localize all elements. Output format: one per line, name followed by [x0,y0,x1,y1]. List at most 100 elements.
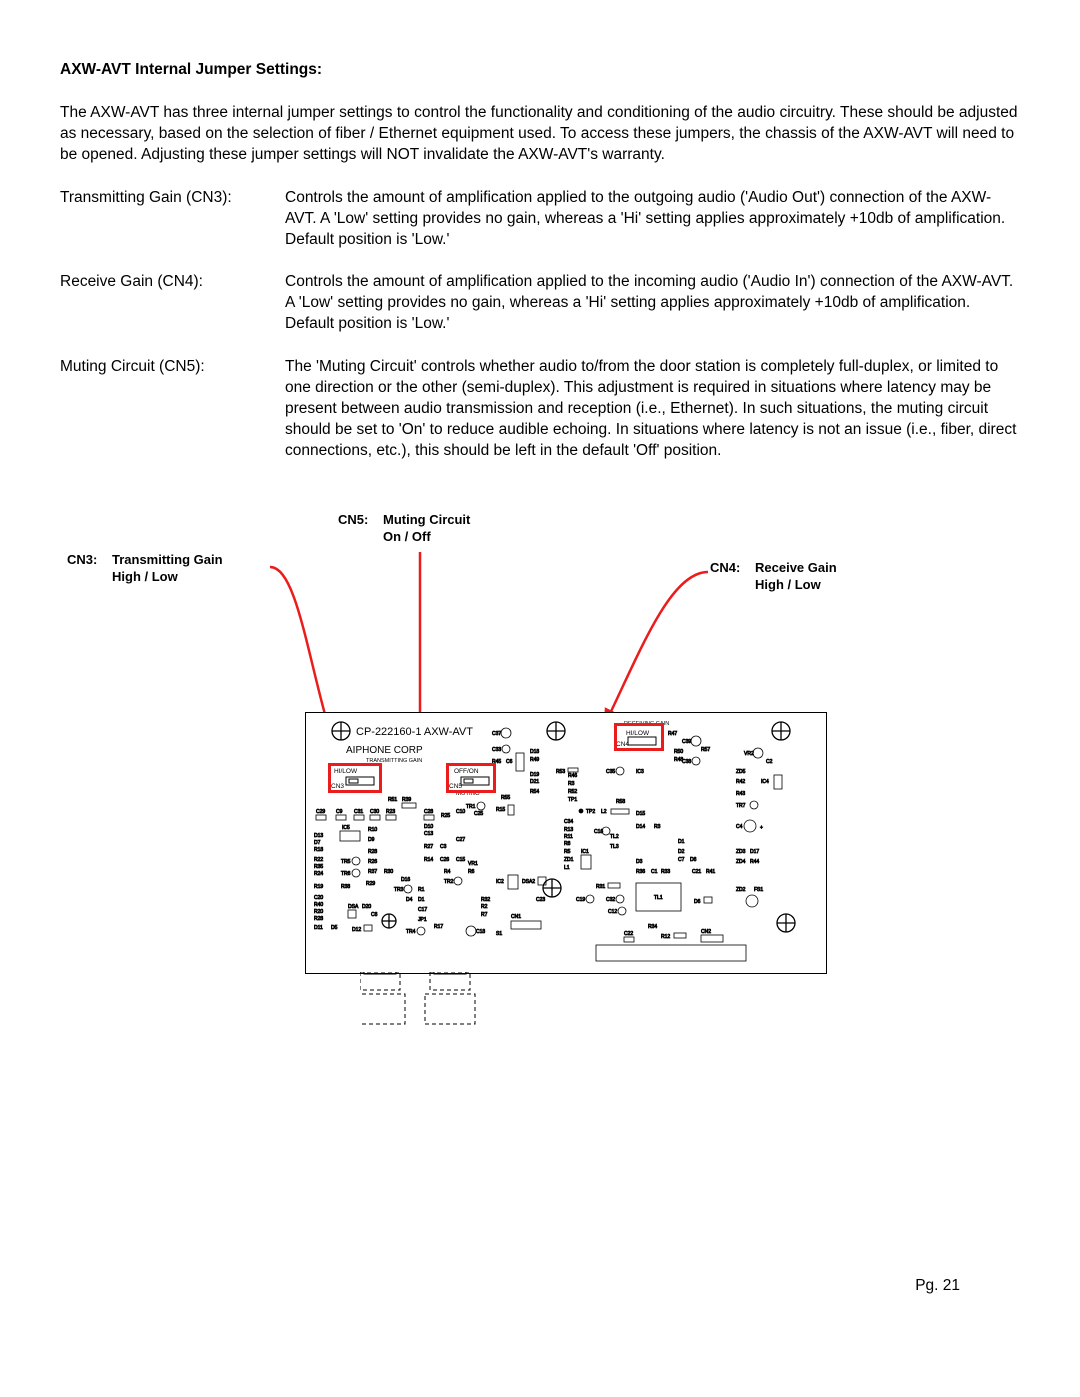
svg-text:C20: C20 [314,895,323,901]
svg-text:R58: R58 [616,799,625,805]
svg-text:R55: R55 [501,795,510,801]
callout-line2: High / Low [112,569,178,584]
svg-text:R42: R42 [736,779,745,785]
svg-text:D9: D9 [368,837,375,843]
svg-text:IC4: IC4 [761,779,769,785]
svg-text:C30: C30 [370,809,379,815]
svg-text:TP1: TP1 [568,797,577,803]
svg-text:C29: C29 [316,809,325,815]
svg-text:D17: D17 [750,849,759,855]
svg-text:R10: R10 [368,827,377,833]
svg-text:S1: S1 [496,931,502,937]
page-number: Pg. 21 [915,1276,960,1297]
svg-text:R19: R19 [314,884,323,890]
svg-text:C38: C38 [682,759,691,765]
connector-outlines [360,972,660,1052]
jumper-label: Transmitting Gain (CN3): [60,188,285,251]
svg-text:ZD2: ZD2 [736,887,746,893]
svg-text:TR1: TR1 [466,804,476,810]
svg-text:CN1: CN1 [511,914,521,920]
svg-text:R17: R17 [434,924,443,930]
svg-text:R50: R50 [674,749,683,755]
svg-text:R25: R25 [441,813,450,819]
svg-text:C39: C39 [682,739,691,745]
svg-text:C21: C21 [692,869,701,875]
svg-text:D18: D18 [530,749,539,755]
svg-text:D20: D20 [362,904,371,910]
svg-text:C25: C25 [474,811,483,817]
jumper-desc: Controls the amount of amplification app… [285,188,1020,251]
svg-text:C32: C32 [606,897,615,903]
callout-id: CN5: [338,512,383,529]
svg-text:C17: C17 [418,907,427,913]
svg-text:R13: R13 [564,827,573,833]
svg-text:TR7: TR7 [736,803,746,809]
svg-text:R31: R31 [596,884,605,890]
svg-text:D1: D1 [418,897,425,903]
svg-text:C4: C4 [736,824,743,830]
svg-text:R53: R53 [556,769,565,775]
callout-line1: Transmitting Gain [112,552,223,567]
svg-text:DSA: DSA [348,904,359,910]
svg-text:TR3: TR3 [394,887,404,893]
callout-line2: High / Low [755,577,821,592]
jumper-label: Muting Circuit (CN5): [60,357,285,462]
svg-text:TR6: TR6 [341,871,351,877]
svg-text:R32: R32 [481,897,490,903]
svg-text:R54: R54 [530,789,539,795]
svg-text:+: + [760,825,763,831]
svg-text:R44: R44 [750,859,759,865]
svg-text:TL1: TL1 [654,895,663,901]
svg-text:R49: R49 [530,757,539,763]
svg-text:R22: R22 [314,857,323,863]
callout-line1: Muting Circuit [383,512,470,527]
svg-text:VR1: VR1 [468,861,478,867]
svg-text:TR2: TR2 [444,879,454,885]
svg-text:C6: C6 [506,759,513,765]
svg-text:R28: R28 [368,849,377,855]
jumper-desc: Controls the amount of amplification app… [285,272,1020,335]
svg-text:R36: R36 [636,869,645,875]
svg-text:R3: R3 [654,824,661,830]
svg-text:R47: R47 [668,731,677,737]
svg-text:R14: R14 [424,857,433,863]
svg-text:ZD3: ZD3 [736,849,746,855]
svg-text:D12: D12 [352,927,361,933]
svg-text:R8: R8 [564,841,571,847]
jumper-cn3-box [328,763,382,793]
pcb-board: CP-222160-1 AXW-AVT AIPHONE CORP HI/LOW … [305,712,827,974]
svg-text:R35: R35 [314,864,323,870]
svg-text:R52: R52 [568,789,577,795]
callout-id: CN4: [710,560,755,577]
callout-id: CN3: [67,552,112,569]
svg-text:R12: R12 [661,934,670,940]
svg-text:TR4: TR4 [406,929,416,935]
svg-text:C26: C26 [440,857,449,863]
callout-cn4: CN4:Receive Gain High / Low [710,560,837,594]
svg-text:JP1: JP1 [418,917,427,923]
svg-text:D13: D13 [314,833,323,839]
svg-text:R28: R28 [314,916,323,922]
svg-text:R20: R20 [314,909,323,915]
svg-text:D7: D7 [314,840,321,846]
svg-text:C8: C8 [371,912,378,918]
intro-paragraph: The AXW-AVT has three internal jumper se… [60,103,1020,166]
svg-text:R2: R2 [481,904,488,910]
svg-text:C31: C31 [354,809,363,815]
jumper-cn4-box [614,723,664,751]
callout-cn5: CN5:Muting Circuit On / Off [338,512,470,546]
board-model: CP-222160-1 AXW-AVT [356,726,473,738]
svg-text:C33: C33 [492,747,501,753]
svg-text:R39: R39 [402,797,411,803]
svg-text:R41: R41 [706,869,715,875]
svg-text:VR2: VR2 [744,751,754,757]
svg-text:ZD1: ZD1 [564,857,574,863]
svg-text:R4: R4 [444,869,451,875]
svg-text:DSA2: DSA2 [522,879,535,885]
svg-text:D3: D3 [636,859,643,865]
jumper-desc: The 'Muting Circuit' controls whether au… [285,357,1020,462]
svg-text:D11: D11 [314,925,323,931]
svg-text:R24: R24 [314,871,323,877]
svg-text:R29: R29 [366,881,375,887]
svg-text:IC5: IC5 [342,825,350,831]
